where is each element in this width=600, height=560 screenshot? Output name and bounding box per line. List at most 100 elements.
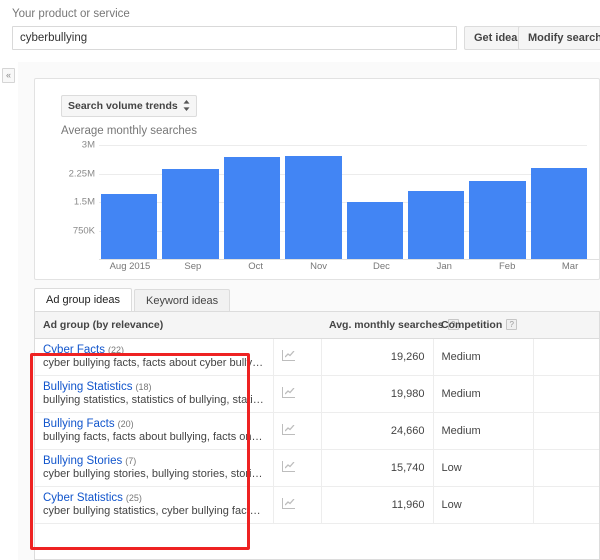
trend-chart-icon[interactable] (281, 349, 296, 361)
chart-x-tick-label: Sep (184, 261, 202, 272)
ad-group-link[interactable]: Bullying Stories (43, 455, 122, 467)
ad-group-title-line: Bullying Stories (7) (43, 455, 265, 467)
chart-y-tick-label: 2.25M (68, 168, 95, 179)
chart-x-tick-label: Mar (561, 261, 579, 272)
ad-group-title-line: Bullying Statistics (18) (43, 381, 265, 393)
content-panel: Search volume trends Average monthly sea… (18, 62, 600, 560)
search-label: Your product or service (12, 8, 130, 20)
sparkline-svg (284, 388, 294, 395)
cell-avg-monthly-searches: 11,960 (320, 486, 433, 524)
chart-bar[interactable] (223, 157, 281, 259)
chart-bar[interactable] (530, 168, 587, 259)
cell-competition: Medium (432, 375, 533, 413)
cell-trend (272, 338, 321, 376)
column-header-avg-label: Avg. monthly searches (329, 318, 444, 331)
chart-y-tick-label: 750K (72, 225, 95, 236)
cell-spacer (532, 412, 599, 450)
chart-bar-column (162, 145, 219, 259)
table-row[interactable]: Bullying Statistics (18) bullying statisti… (35, 375, 599, 413)
chart-bar[interactable] (469, 180, 526, 259)
cell-spacer (532, 338, 599, 376)
table-row[interactable]: Bullying Facts (20) bullying facts, facts … (35, 412, 599, 450)
search-volume-chart-card: Search volume trends Average monthly sea… (34, 78, 600, 280)
ad-group-link[interactable]: Cyber Facts (43, 344, 105, 356)
cell-ad-group: Bullying Facts (20) bullying facts, facts … (35, 412, 273, 450)
chart-bar[interactable] (285, 156, 342, 259)
chart-x-axis: Aug 2015 Sep Oct Nov Dec Jan Feb Mar (101, 261, 599, 275)
chart-bar[interactable] (346, 202, 403, 259)
ideas-tabs: Ad group ideas Keyword ideas (34, 288, 600, 312)
help-icon-competition[interactable]: ? (506, 319, 518, 331)
ad-group-link[interactable]: Bullying Statistics (43, 381, 132, 393)
chart-x-tick-label: Nov (310, 261, 328, 272)
cell-ad-group: Bullying Stories (7) cyber bullying storie… (35, 449, 273, 487)
chart-x-tick-label: Feb (499, 261, 516, 272)
table-row[interactable]: Bullying Stories (7) cyber bullying storie… (35, 449, 599, 487)
sparkline-svg (284, 425, 294, 432)
trend-chart-icon[interactable] (281, 497, 296, 509)
cell-avg-monthly-searches: 24,660 (320, 412, 433, 450)
ad-group-link[interactable]: Cyber Statistics (43, 492, 123, 504)
column-header-ad-group[interactable]: Ad group (by relevance) (35, 312, 273, 339)
chart-bar-column (101, 145, 158, 259)
cell-competition: Medium (432, 338, 533, 376)
sparkline-svg (284, 499, 294, 506)
cell-spacer (532, 486, 599, 524)
column-header-competition[interactable]: Competition? (433, 312, 533, 339)
column-header-competition-label: Competition (441, 318, 503, 331)
ad-group-ideas-table: Ad group (by relevance) Avg. monthly sea… (35, 312, 599, 524)
ad-group-title-line: Cyber Facts (22) (43, 344, 265, 356)
chart-x-tick-label: Jan (436, 261, 452, 272)
trend-chart-icon[interactable] (281, 386, 296, 398)
ideas-table-card: Ad group (by relevance) Avg. monthly sea… (34, 311, 600, 560)
ad-group-title-line: Bullying Facts (20) (43, 418, 265, 430)
column-header-avg-monthly-searches[interactable]: Avg. monthly searches? (321, 312, 459, 339)
cell-trend (272, 486, 321, 524)
modify-search-button[interactable]: Modify search (518, 26, 600, 50)
chart-bar[interactable] (101, 193, 158, 259)
table-row[interactable]: Cyber Statistics (25) cyber bullying stati… (35, 486, 599, 524)
search-bar-area: Your product or service Get ideas Modify… (0, 0, 600, 62)
table-head: Ad group (by relevance) Avg. monthly sea… (35, 312, 599, 339)
chart-bar-column (530, 145, 587, 259)
chart-bar-column (346, 145, 403, 259)
column-header-spacer (533, 312, 599, 339)
trend-chart-icon[interactable] (281, 423, 296, 435)
cell-trend (272, 412, 321, 450)
cell-ad-group: Cyber Facts (22) cyber bullying facts, fac… (35, 338, 273, 376)
tab-keyword-ideas[interactable]: Keyword ideas (134, 289, 231, 312)
cell-competition: Low (432, 449, 533, 487)
ad-group-keyword-count: (7) (125, 456, 137, 466)
collapse-sidebar-button[interactable]: « (2, 68, 15, 83)
chart-title: Average monthly searches (61, 125, 197, 137)
chevron-updown-icon (183, 99, 190, 113)
cell-ad-group: Bullying Statistics (18) bullying statisti… (35, 375, 273, 413)
search-input[interactable] (12, 26, 457, 50)
chart-bars (101, 145, 587, 259)
cell-spacer (532, 449, 599, 487)
chart-bar[interactable] (407, 190, 465, 259)
chart-plot-area: 750K 1.5M 2.25M 3M (61, 140, 587, 259)
ad-group-keywords: bullying facts, facts about bullying, fa… (43, 431, 265, 443)
ad-group-keywords: cyber bullying stories, bullying stories… (43, 468, 265, 480)
chart-x-tick-label: Oct (248, 261, 264, 272)
chart-bar-column (469, 145, 526, 259)
trend-chart-icon[interactable] (281, 460, 296, 472)
ad-group-keyword-count: (22) (108, 345, 125, 355)
chart-bar-column (223, 145, 281, 259)
chart-bar-column (285, 145, 342, 259)
updown-arrows-svg (183, 99, 190, 111)
ad-group-keyword-count: (18) (135, 382, 152, 392)
table-row[interactable]: Cyber Facts (22) cyber bullying facts, fac… (35, 338, 599, 376)
tab-ad-group-ideas[interactable]: Ad group ideas (34, 288, 132, 312)
cell-spacer (532, 375, 599, 413)
table-header-row: Ad group (by relevance) Avg. monthly sea… (35, 312, 599, 339)
cell-competition: Medium (432, 412, 533, 450)
chart-y-tick-label: 1.5M (73, 196, 95, 208)
column-header-ad-group-label: Ad group (by relevance) (43, 318, 164, 331)
ad-group-keywords: cyber bullying statistics, cyber bullyin… (43, 505, 265, 517)
table-body: Cyber Facts (22) cyber bullying facts, fac… (35, 338, 599, 524)
search-volume-trends-dropdown[interactable]: Search volume trends (61, 95, 197, 117)
chart-bar[interactable] (162, 169, 219, 259)
ad-group-link[interactable]: Bullying Facts (43, 418, 115, 430)
